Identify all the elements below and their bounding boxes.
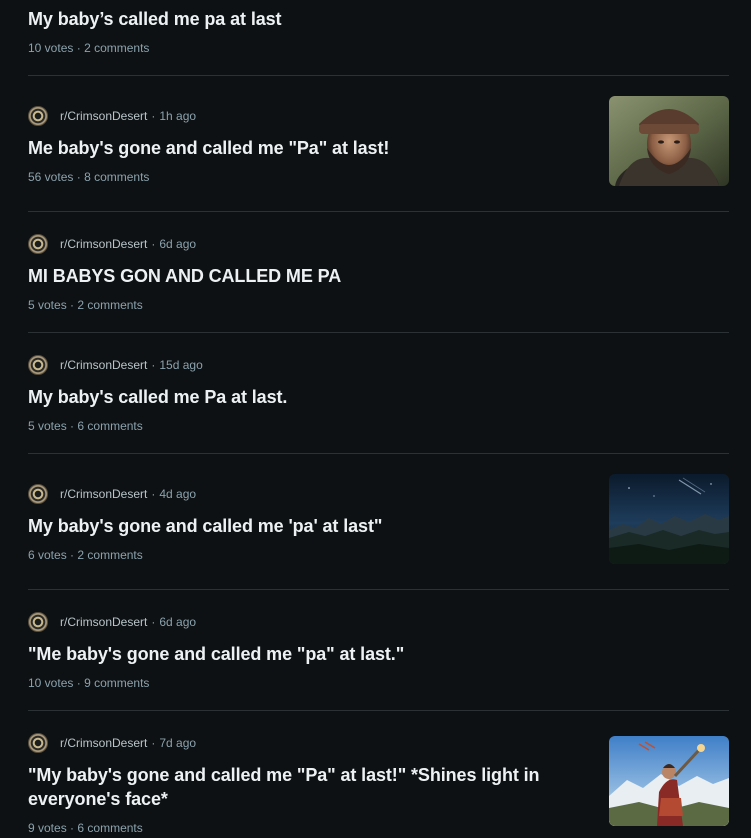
post-stats: 5 votes · 6 comments: [28, 418, 143, 434]
vote-count: 9 votes: [28, 821, 67, 835]
post-stats: 56 votes · 8 comments: [28, 169, 149, 185]
subreddit-link[interactable]: r/CrimsonDesert: [60, 358, 147, 372]
subreddit-link[interactable]: r/CrimsonDesert: [60, 615, 147, 629]
post-meta: r/CrimsonDesert · 4d ago: [28, 483, 196, 505]
post-title[interactable]: Me baby's gone and called me "Pa" at las…: [28, 136, 389, 160]
post-stats: 10 votes · 2 comments: [28, 40, 149, 56]
separator: ·: [76, 170, 81, 184]
comment-count: 6 comments: [77, 419, 143, 433]
post-age: 15d ago: [159, 358, 203, 372]
post-card[interactable]: My baby’s called me pa at last 10 votes …: [28, 0, 729, 76]
vote-count: 5 votes: [28, 419, 67, 433]
post-stats: 10 votes · 9 comments: [28, 675, 149, 691]
subreddit-icon[interactable]: [28, 355, 48, 375]
separator: ·: [76, 676, 81, 690]
post-meta: r/CrimsonDesert · 7d ago: [28, 732, 196, 754]
character-raising-lantern-image: [609, 736, 729, 826]
subreddit-link[interactable]: r/CrimsonDesert: [60, 109, 147, 123]
comment-count: 2 comments: [84, 41, 150, 55]
post-thumbnail[interactable]: [609, 96, 729, 186]
post-age: 7d ago: [159, 736, 197, 750]
comment-count: 2 comments: [77, 298, 143, 312]
separator: ·: [151, 358, 156, 372]
night-landscape-image: [609, 474, 729, 564]
post-thumbnail[interactable]: [609, 736, 729, 826]
separator: ·: [76, 41, 81, 55]
post-card[interactable]: r/CrimsonDesert · 4d ago My baby's gone …: [28, 454, 729, 590]
vote-count: 5 votes: [28, 298, 67, 312]
subreddit-link[interactable]: r/CrimsonDesert: [60, 736, 147, 750]
post-stats: 5 votes · 2 comments: [28, 297, 143, 313]
vote-count: 10 votes: [28, 41, 74, 55]
post-stats: 9 votes · 6 comments: [28, 820, 143, 836]
separator: ·: [151, 109, 156, 123]
post-meta: r/CrimsonDesert · 1h ago: [28, 105, 196, 127]
post-title[interactable]: MI BABYS GON AND CALLED ME PA: [28, 264, 341, 288]
separator: ·: [151, 487, 156, 501]
post-meta: r/CrimsonDesert · 15d ago: [28, 354, 203, 376]
separator: ·: [70, 419, 75, 433]
search-results-feed: My baby’s called me pa at last 10 votes …: [0, 0, 751, 838]
separator: ·: [151, 615, 156, 629]
post-title-line: everyone's face*: [28, 789, 168, 809]
subreddit-icon[interactable]: [28, 484, 48, 504]
separator: ·: [70, 548, 75, 562]
separator: ·: [70, 821, 75, 835]
post-title[interactable]: My baby's called me Pa at last.: [28, 385, 287, 409]
post-card[interactable]: r/CrimsonDesert · 1h ago Me baby's gone …: [28, 76, 729, 212]
post-age: 6d ago: [159, 237, 197, 251]
post-card[interactable]: r/CrimsonDesert · 6d ago "Me baby's gone…: [28, 590, 729, 711]
vote-count: 6 votes: [28, 548, 67, 562]
post-thumbnail[interactable]: [609, 474, 729, 564]
post-age: 1h ago: [159, 109, 197, 123]
subreddit-icon[interactable]: [28, 733, 48, 753]
post-age: 6d ago: [159, 615, 197, 629]
post-card[interactable]: r/CrimsonDesert · 7d ago "My baby's gone…: [28, 711, 729, 838]
post-title[interactable]: My baby’s called me pa at last: [28, 7, 282, 31]
post-title-line: "My baby's gone and called me "Pa" at la…: [28, 765, 540, 785]
post-title[interactable]: "Me baby's gone and called me "pa" at la…: [28, 642, 404, 666]
character-portrait-image: [609, 96, 729, 186]
comment-count: 6 comments: [77, 821, 143, 835]
post-age: 4d ago: [159, 487, 197, 501]
vote-count: 10 votes: [28, 676, 74, 690]
vote-count: 56 votes: [28, 170, 74, 184]
comment-count: 8 comments: [84, 170, 150, 184]
subreddit-icon[interactable]: [28, 234, 48, 254]
post-card[interactable]: r/CrimsonDesert · 6d ago MI BABYS GON AN…: [28, 212, 729, 333]
separator: ·: [151, 736, 156, 750]
subreddit-link[interactable]: r/CrimsonDesert: [60, 237, 147, 251]
post-meta: r/CrimsonDesert · 6d ago: [28, 233, 196, 255]
subreddit-link[interactable]: r/CrimsonDesert: [60, 487, 147, 501]
post-title[interactable]: "My baby's gone and called me "Pa" at la…: [28, 763, 588, 811]
post-meta: r/CrimsonDesert · 6d ago: [28, 611, 196, 633]
comment-count: 2 comments: [77, 548, 143, 562]
comment-count: 9 comments: [84, 676, 150, 690]
post-title[interactable]: My baby's gone and called me 'pa' at las…: [28, 514, 382, 538]
separator: ·: [151, 237, 156, 251]
post-card[interactable]: r/CrimsonDesert · 15d ago My baby's call…: [28, 333, 729, 454]
post-stats: 6 votes · 2 comments: [28, 547, 143, 563]
subreddit-icon[interactable]: [28, 106, 48, 126]
separator: ·: [70, 298, 75, 312]
subreddit-icon[interactable]: [28, 612, 48, 632]
